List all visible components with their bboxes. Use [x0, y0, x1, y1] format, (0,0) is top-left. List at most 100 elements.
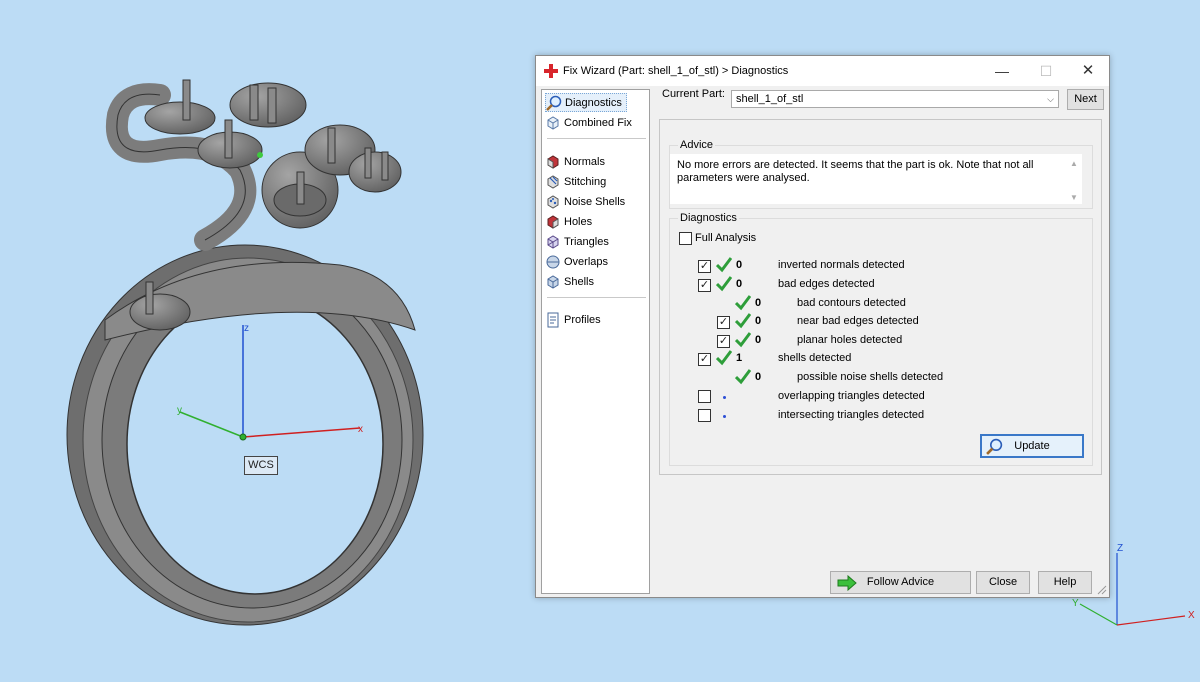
- normals-icon: [547, 154, 559, 169]
- sidebar-item-label: Combined Fix: [564, 116, 632, 129]
- scroll-up-icon[interactable]: ▲: [1070, 157, 1078, 170]
- noise-shells-label: possible noise shells detected: [797, 371, 944, 383]
- near-bad-edges-label: near bad edges detected: [797, 315, 919, 327]
- update-label: Update: [1014, 440, 1050, 452]
- bad-contours-count: 0: [755, 297, 762, 309]
- minimize-button[interactable]: —: [980, 56, 1024, 86]
- inverted-normals-count: 0: [736, 259, 743, 271]
- full-analysis-label: Full Analysis: [695, 232, 757, 244]
- shells-label: shells detected: [778, 352, 852, 364]
- next-button[interactable]: Next: [1067, 89, 1104, 110]
- red-cross-icon: [544, 64, 558, 78]
- close-button[interactable]: Close: [976, 571, 1030, 594]
- inverted-normals-checkbox[interactable]: ✓: [698, 260, 711, 273]
- sidebar-item-holes[interactable]: Holes: [545, 212, 592, 231]
- sidebar-item-diagnostics[interactable]: Diagnostics: [545, 93, 627, 112]
- scroll-down-icon[interactable]: ▼: [1070, 191, 1078, 204]
- green-check-icon: [735, 332, 751, 348]
- advice-scrollbar[interactable]: ▲ ▼: [1067, 154, 1082, 204]
- magnifier-icon: [986, 438, 1003, 455]
- shells-count: 1: [736, 352, 743, 364]
- close-window-button[interactable]: ✕: [1066, 56, 1110, 86]
- sidebar-item-label: Triangles: [564, 235, 609, 248]
- update-button[interactable]: Update: [980, 434, 1084, 458]
- green-arrow-icon: [837, 575, 857, 591]
- chevron-down-icon: ⌵: [1047, 94, 1054, 104]
- help-button[interactable]: Help: [1038, 571, 1092, 594]
- near-bad-edges-count: 0: [755, 315, 762, 327]
- follow-advice-button[interactable]: Follow Advice: [830, 571, 971, 594]
- full-analysis-checkbox[interactable]: [679, 232, 692, 245]
- intersecting-triangles-checkbox[interactable]: [698, 409, 711, 422]
- sidebar-item-combined-fix[interactable]: Combined Fix: [545, 113, 632, 132]
- window-title: Fix Wizard (Part: shell_1_of_stl) > Diag…: [563, 65, 789, 77]
- advice-text-line-1: No more errors are detected. It seems th…: [677, 159, 1034, 171]
- bad-edges-count: 0: [736, 278, 743, 290]
- resize-grip-icon[interactable]: [1097, 585, 1107, 595]
- not-analysed-dot: [723, 396, 726, 399]
- sidebar-item-overlaps[interactable]: Overlaps: [545, 252, 608, 271]
- bad-contours-label: bad contours detected: [797, 297, 906, 309]
- advice-text-line-2: parameters were analysed.: [677, 172, 810, 184]
- current-part-select[interactable]: shell_1_of_stl ⌵: [731, 90, 1059, 108]
- current-part-label: Current Part:: [662, 88, 725, 100]
- sidebar-item-noise-shells[interactable]: Noise Shells: [545, 192, 625, 211]
- corner-x-axis-label: X: [1188, 610, 1195, 621]
- sidebar: Diagnostics Combined Fix Normals Stitchi…: [541, 89, 650, 594]
- diagnostics-title: Diagnostics: [678, 212, 739, 224]
- diagnostics-panel: Advice No more errors are detected. It s…: [659, 119, 1102, 475]
- sidebar-item-label: Overlaps: [564, 255, 609, 268]
- maximize-button[interactable]: ☐: [1024, 56, 1068, 86]
- planar-holes-checkbox[interactable]: ✓: [717, 335, 730, 348]
- sidebar-item-label: Noise Shells: [564, 195, 626, 208]
- sidebar-item-triangles[interactable]: Triangles: [545, 232, 609, 251]
- advice-text-box[interactable]: No more errors are detected. It seems th…: [670, 154, 1082, 204]
- fix-wizard-window: Fix Wizard (Part: shell_1_of_stl) > Diag…: [535, 55, 1110, 598]
- x-axis-label: x: [358, 424, 363, 435]
- green-check-icon: [735, 313, 751, 329]
- sidebar-item-label: Profiles: [564, 313, 601, 326]
- cube-fix-icon: [547, 115, 559, 130]
- shells-checkbox[interactable]: ✓: [698, 353, 711, 366]
- holes-icon: [547, 214, 559, 229]
- corner-y-axis-label: Y: [1072, 598, 1079, 609]
- sidebar-item-profiles[interactable]: Profiles: [545, 310, 601, 329]
- green-check-icon: [716, 276, 732, 292]
- green-check-icon: [716, 350, 732, 366]
- sidebar-item-normals[interactable]: Normals: [545, 152, 605, 171]
- z-axis-label: z: [244, 323, 249, 334]
- triangles-icon: [547, 234, 559, 249]
- near-bad-edges-checkbox[interactable]: ✓: [717, 316, 730, 329]
- intersecting-triangles-label: intersecting triangles detected: [778, 409, 925, 421]
- follow-advice-label: Follow Advice: [866, 576, 935, 588]
- sidebar-divider: [547, 138, 646, 139]
- green-check-icon: [735, 295, 751, 311]
- advice-title: Advice: [678, 139, 716, 151]
- profiles-icon: [547, 312, 559, 327]
- corner-z-axis-label: Z: [1117, 543, 1124, 554]
- shells-icon: [547, 274, 559, 289]
- current-part-value: shell_1_of_stl: [736, 93, 804, 105]
- planar-holes-label: planar holes detected: [797, 334, 903, 346]
- sidebar-item-label: Normals: [564, 155, 605, 168]
- sidebar-item-shells[interactable]: Shells: [545, 272, 594, 291]
- overlaps-icon: [546, 255, 560, 268]
- green-check-icon: [716, 257, 732, 273]
- sidebar-item-label: Shells: [564, 275, 594, 288]
- sidebar-item-label: Holes: [564, 215, 593, 228]
- stitching-icon: [547, 174, 559, 189]
- sidebar-item-label: Stitching: [564, 175, 607, 188]
- inverted-normals-label: inverted normals detected: [778, 259, 905, 271]
- sidebar-divider: [547, 297, 646, 298]
- sidebar-item-stitching[interactable]: Stitching: [545, 172, 606, 191]
- bad-edges-checkbox[interactable]: ✓: [698, 279, 711, 292]
- not-analysed-dot: [723, 415, 726, 418]
- magnifier-icon: [546, 95, 562, 111]
- wcs-label: WCS: [244, 456, 278, 475]
- noise-shells-count: 0: [755, 371, 762, 383]
- overlapping-triangles-checkbox[interactable]: [698, 390, 711, 403]
- bad-edges-label: bad edges detected: [778, 278, 875, 290]
- planar-holes-count: 0: [755, 334, 762, 346]
- title-bar[interactable]: Fix Wizard (Part: shell_1_of_stl) > Diag…: [536, 56, 1109, 86]
- noise-shells-icon: [547, 194, 559, 209]
